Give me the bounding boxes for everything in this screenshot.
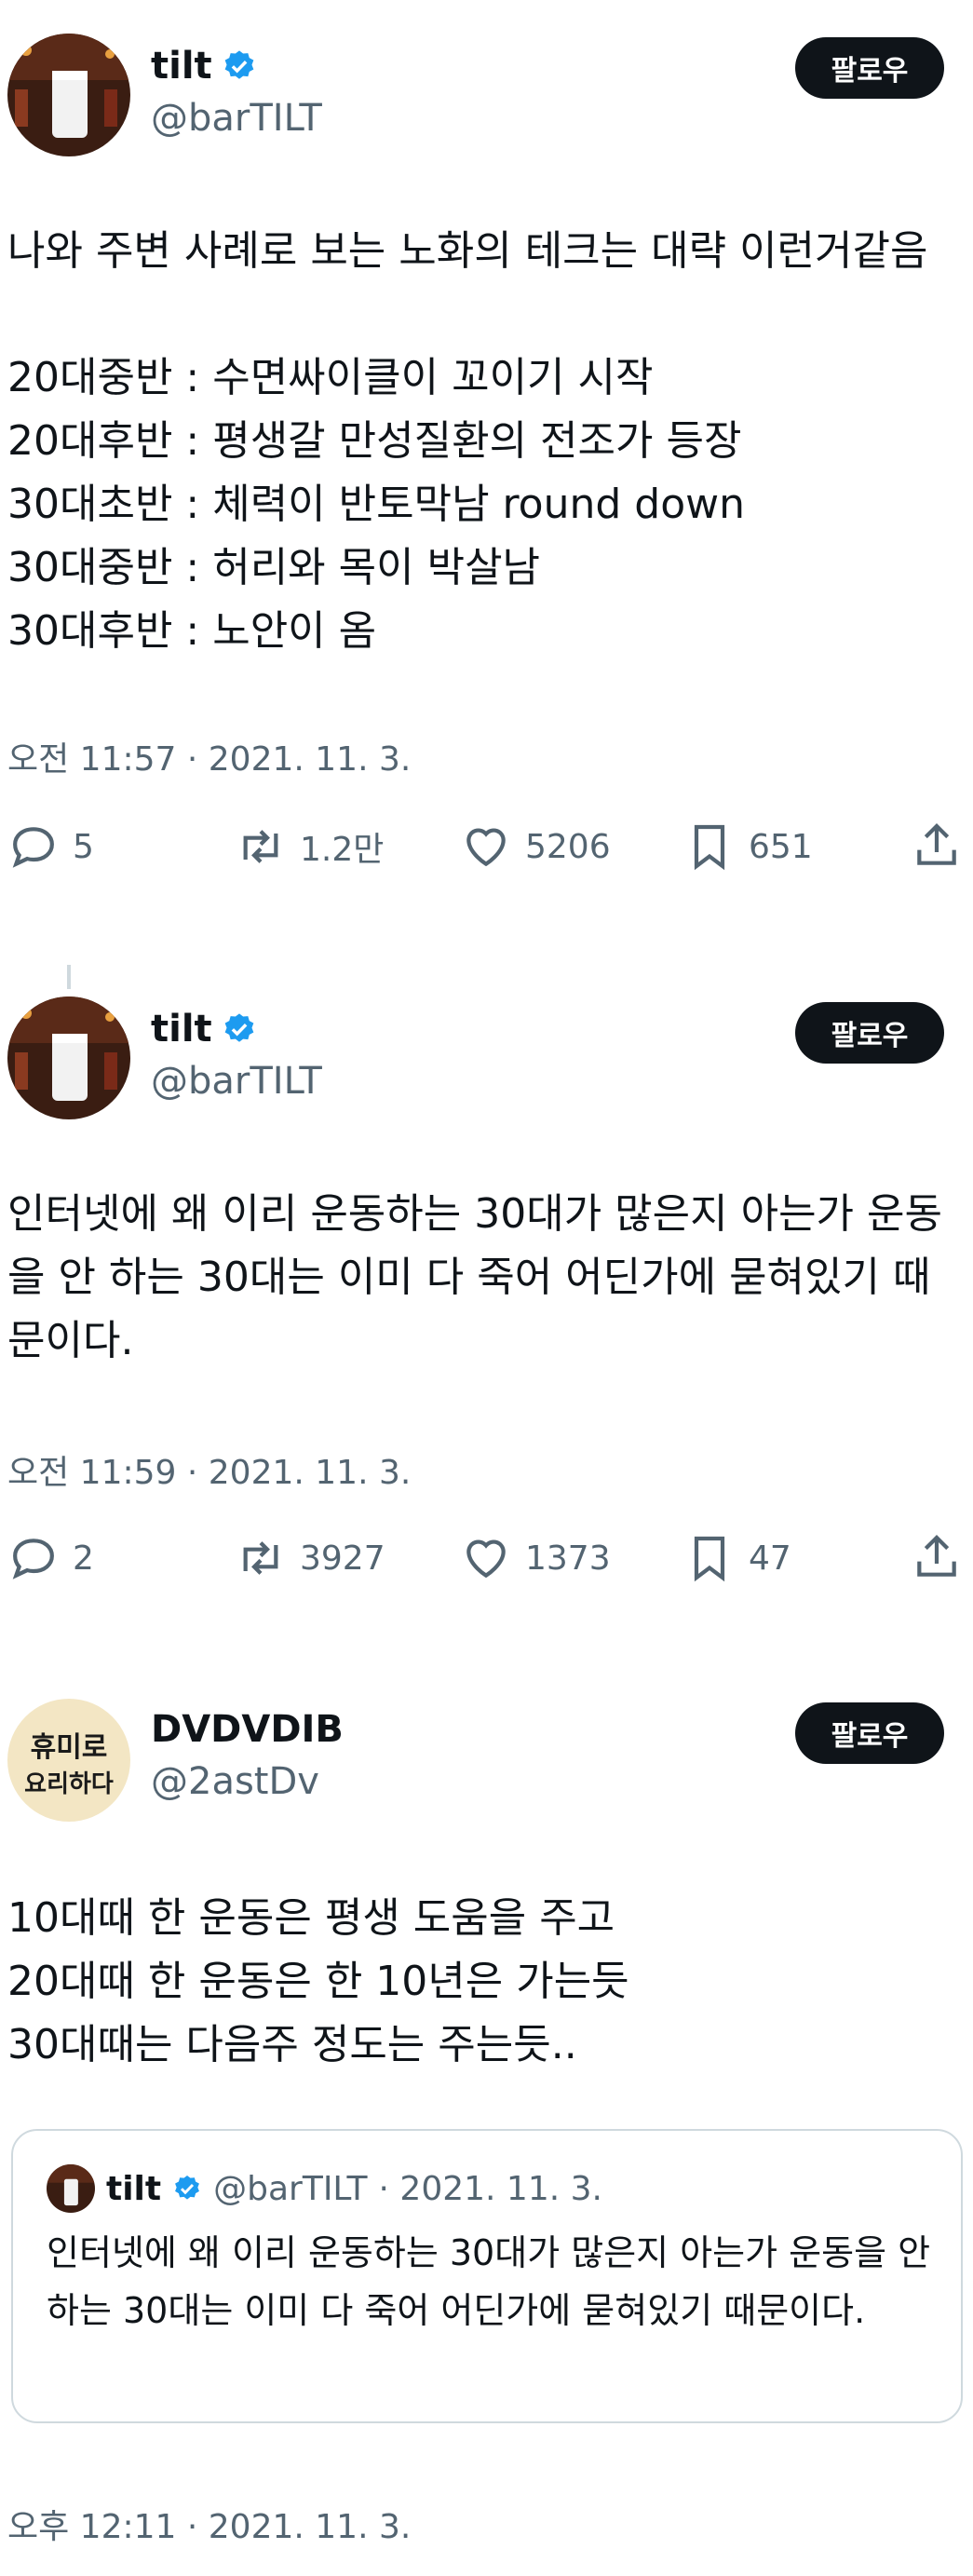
user-handle[interactable]: @barTILT [151,1060,322,1103]
quote-avatar [47,2164,95,2213]
timestamp[interactable]: 오전 11:59 · 2021. 11. 3. [7,1445,411,1494]
user-handle[interactable]: @2astDv [151,1760,319,1803]
bookmark-count: 47 [749,1539,791,1578]
avatar[interactable] [7,34,130,156]
bookmark-button[interactable]: 651 [683,814,813,879]
display-name[interactable]: tilt [151,45,212,88]
action-bar: 5 1.2만 5206 651 [0,814,973,879]
heart-icon [466,828,506,867]
retweet-count: 1.2만 [300,831,385,869]
retweet-button[interactable]: 1.2만 [235,814,384,879]
action-bar: 2 3927 1373 47 [0,1525,973,1591]
like-count: 1373 [525,1539,611,1578]
share-icon [917,823,956,865]
quote-text: 인터넷에 왜 이리 운동하는 30대가 많은지 아는가 운동을 안 하는 30대… [47,2232,931,2331]
tweet-text: 10대때 한 운동은 평생 도움을 주고 20대때 한 운동은 한 10년은 가… [7,1894,629,2068]
share-button[interactable] [911,1531,963,1587]
retweet-count: 3927 [300,1539,385,1578]
reply-count: 2 [73,1539,94,1578]
tweet-text: 나와 주변 사례로 보는 노화의 테크는 대략 이런거같음 20대중반 : 수면… [7,227,928,655]
reply-icon [12,1539,54,1579]
avatar-lettering: 휴미로 [31,1731,108,1764]
follow-button[interactable]: 팔로우 [795,1002,944,1064]
bookmark-button[interactable]: 47 [683,1525,791,1591]
retweet-button[interactable]: 3927 [235,1525,385,1591]
avatar[interactable] [7,997,130,1119]
follow-button[interactable]: 팔로우 [795,37,944,99]
tweet-text: 인터넷에 왜 이리 운동하는 30대가 많은지 아는가 운동을 안 하는 30대… [7,1190,942,1364]
reply-button[interactable]: 5 [7,814,94,879]
user-handle[interactable]: @barTILT [151,97,322,140]
timestamp[interactable]: 오전 11:57 · 2021. 11. 3. [7,732,411,780]
display-name[interactable]: tilt [151,1008,212,1051]
quote-display-name: tilt [106,2169,162,2208]
timestamp[interactable]: 오후 12:11 · 2021. 11. 3. [7,2500,411,2548]
like-count: 5206 [525,827,611,866]
reply-button[interactable]: 2 [7,1525,94,1591]
heart-icon [466,1539,506,1579]
quote-handle: @barTILT [213,2169,368,2208]
share-icon [917,1535,956,1577]
reply-icon [12,827,54,868]
bookmark-count: 651 [749,827,813,866]
verified-badge-icon [175,2176,200,2200]
retweet-icon [243,830,278,863]
avatar[interactable]: 휴미로 요리하다 [7,1699,130,1822]
verified-badge-icon [224,1013,254,1042]
svg-text:요리하다: 요리하다 [24,1770,114,1798]
follow-button[interactable]: 팔로우 [795,1702,944,1764]
display-name[interactable]: DVDVDIB [151,1708,344,1751]
quoted-tweet[interactable]: tilt @barTILT · 2021. 11. 3. 인터넷에 왜 이리 운… [11,2129,963,2423]
reply-count: 5 [73,827,94,866]
quote-date: · 2021. 11. 3. [378,2169,602,2208]
bookmark-icon [694,824,725,871]
retweet-icon [243,1541,278,1575]
thread-connector [67,965,71,989]
share-button[interactable] [911,820,963,875]
like-button[interactable]: 5206 [460,814,611,879]
like-button[interactable]: 1373 [460,1525,611,1591]
bookmark-icon [694,1536,725,1582]
verified-badge-icon [224,50,254,79]
